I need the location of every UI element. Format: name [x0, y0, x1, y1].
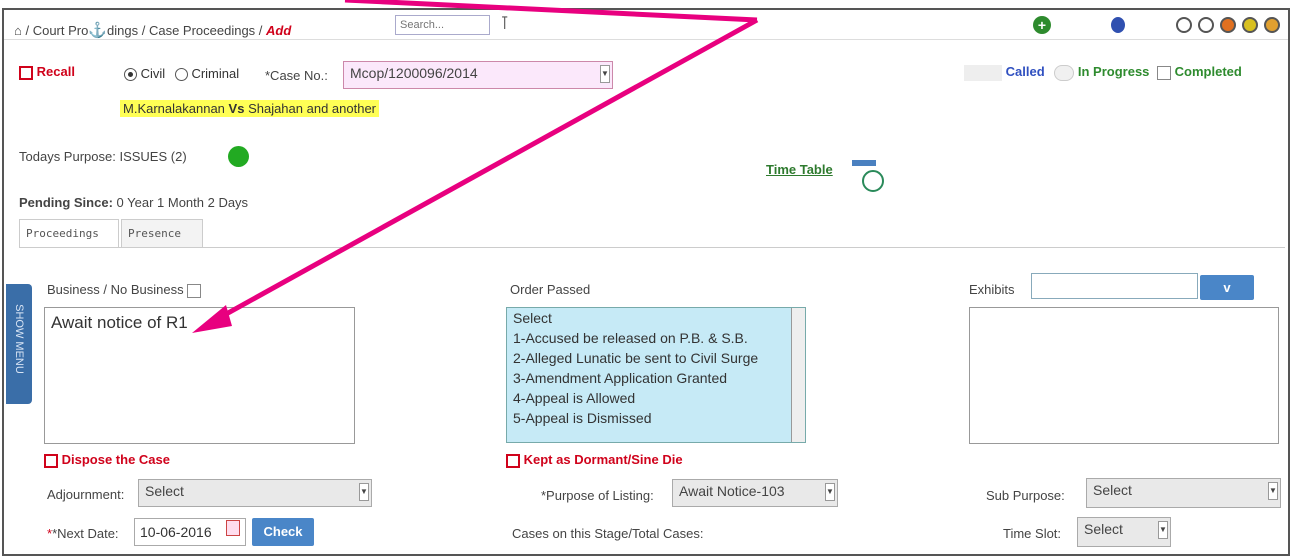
- arrow-shaft: [208, 17, 759, 326]
- annotation-arrow: [192, 0, 759, 333]
- arrow-head: [192, 305, 232, 333]
- arrow-top-line: [344, 0, 758, 23]
